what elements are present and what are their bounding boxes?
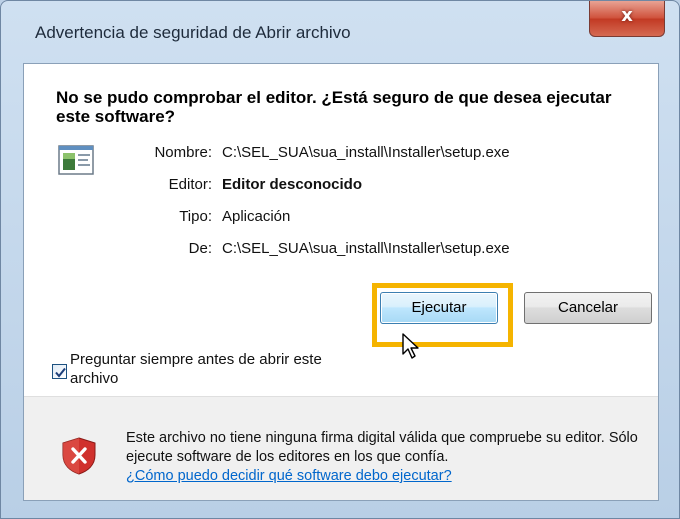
footer-message: Este archivo no tiene ninguna firma digi…	[126, 429, 646, 486]
footer-warning-text: Este archivo no tiene ninguna firma digi…	[126, 430, 638, 465]
window-title: Advertencia de seguridad de Abrir archiv…	[35, 23, 351, 42]
help-link[interactable]: ¿Cómo puedo decidir qué software debo ej…	[126, 468, 452, 484]
always-ask-label[interactable]: Preguntar siempre antes de abrir este ar…	[70, 350, 370, 388]
info-row-name: Nombre: C:\SEL_SUA\sua_install\Installer…	[24, 144, 644, 164]
info-value-editor: Editor desconocido	[222, 176, 363, 193]
warning-heading: No se pudo comprobar el editor. ¿Está se…	[56, 88, 612, 126]
info-label-type: Tipo:	[179, 208, 212, 225]
info-row-editor: Editor: Editor desconocido	[24, 176, 644, 196]
info-label-name: Nombre:	[154, 144, 212, 161]
info-label-source: De:	[188, 240, 212, 257]
info-row-source: De: C:\SEL_SUA\sua_install\Installer\set…	[24, 240, 644, 260]
title-bar[interactable]: Advertencia de seguridad de Abrir archiv…	[1, 1, 679, 59]
cancel-button[interactable]: Cancelar	[524, 292, 652, 324]
dialog-content: No se pudo comprobar el editor. ¿Está se…	[23, 63, 659, 501]
info-value-type: Aplicación	[222, 208, 291, 225]
security-warning-dialog: Advertencia de seguridad de Abrir archiv…	[0, 0, 680, 519]
close-icon: x	[621, 5, 633, 26]
close-button[interactable]: x	[589, 1, 665, 37]
always-ask-checkbox[interactable]	[52, 364, 67, 379]
info-value-source: C:\SEL_SUA\sua_install\Installer\setup.e…	[222, 240, 510, 257]
mouse-pointer-icon	[402, 333, 419, 359]
info-value-name: C:\SEL_SUA\sua_install\Installer\setup.e…	[222, 144, 510, 161]
checkmark-icon	[55, 367, 66, 378]
info-row-type: Tipo: Aplicación	[24, 208, 644, 228]
footer-panel: Este archivo no tiene ninguna firma digi…	[24, 396, 658, 500]
run-button[interactable]: Ejecutar	[380, 292, 498, 324]
info-label-editor: Editor:	[168, 176, 212, 193]
shield-error-icon	[62, 437, 96, 475]
